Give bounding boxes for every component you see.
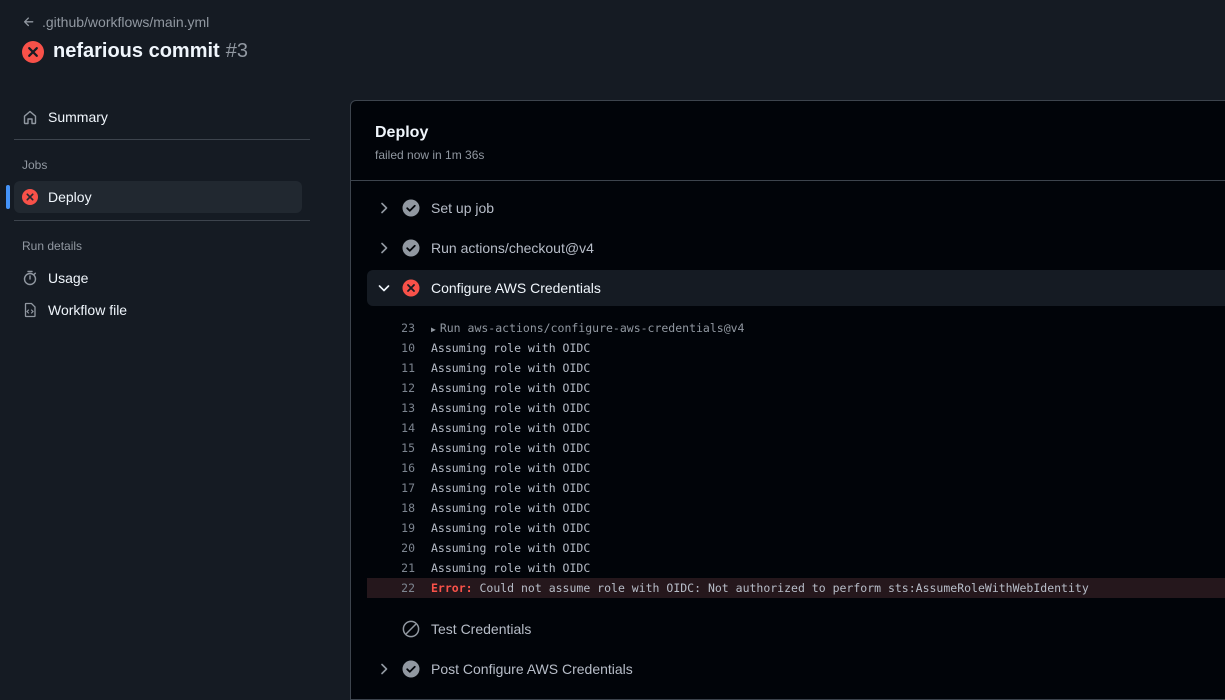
sidebar-divider — [14, 139, 310, 140]
log-line-number: 15 — [401, 441, 415, 455]
workflow-path: .github/workflows/main.yml — [42, 14, 210, 30]
error-label: Error: — [431, 581, 473, 595]
step-test-credentials[interactable]: Test Credentials — [367, 611, 1225, 647]
sidebar-item-label: Usage — [48, 270, 89, 286]
sidebar-item-usage[interactable]: Usage — [14, 262, 302, 294]
log-line: 10 Assuming role with OIDC — [367, 338, 1225, 358]
log-line-error: 22 Error: Could not assume role with OID… — [367, 578, 1225, 598]
log-line-text: Assuming role with OIDC — [431, 481, 591, 495]
chevron-right-icon — [381, 663, 388, 675]
error-message: Could not assume role with OIDC: Not aut… — [472, 581, 1089, 595]
job-status-text: failed now in 1m 36s — [375, 148, 485, 162]
log-line: 12 Assuming role with OIDC — [367, 378, 1225, 398]
step-label: Configure AWS Credentials — [431, 280, 601, 296]
run-title: nefarious commit #3 — [53, 40, 248, 62]
disclosure-triangle-icon: ▶ — [431, 325, 436, 334]
chevron-right-icon — [381, 242, 388, 254]
log-line-number: 21 — [401, 561, 415, 575]
log-line-text: Assuming role with OIDC — [431, 421, 591, 435]
active-indicator — [6, 185, 10, 209]
log-line-number: 16 — [401, 461, 415, 475]
check-circle-fill-icon — [402, 239, 420, 257]
sidebar-item-label: Summary — [48, 109, 108, 125]
log-line-text: Assuming role with OIDC — [431, 521, 591, 535]
run-header: .github/workflows/main.yml nefarious com… — [0, 0, 1225, 100]
log-line-number: 22 — [401, 581, 415, 595]
step-post-configure-aws-credentials[interactable]: Post Configure AWS Credentials — [367, 651, 1225, 687]
check-circle-fill-icon — [402, 199, 420, 217]
log-line: 17 Assuming role with OIDC — [367, 478, 1225, 498]
check-circle-fill-icon — [402, 660, 420, 678]
home-icon — [23, 110, 37, 125]
x-circle-fill-icon — [22, 40, 44, 63]
sidebar-item-deploy[interactable]: Deploy — [14, 181, 302, 213]
log-line-text: Assuming role with OIDC — [431, 441, 591, 455]
log-line-text: Assuming role with OIDC — [431, 461, 591, 475]
step-label: Run actions/checkout@v4 — [431, 240, 594, 256]
log-line-text: Assuming role with OIDC — [431, 561, 591, 575]
job-log-panel: Deploy failed now in 1m 36s Set up job R… — [350, 100, 1225, 700]
x-circle-fill-icon — [22, 189, 38, 205]
sidebar-divider — [14, 220, 310, 221]
log-line: 14 Assuming role with OIDC — [367, 418, 1225, 438]
log-line-number: 23 — [401, 321, 415, 335]
log-line-number: 20 — [401, 541, 415, 555]
jobs-heading: Jobs — [22, 158, 48, 172]
log-line: 20 Assuming role with OIDC — [367, 538, 1225, 558]
log-line: 21 Assuming role with OIDC — [367, 558, 1225, 578]
step-set-up-job[interactable]: Set up job — [367, 190, 1225, 226]
chevron-down-icon — [378, 285, 390, 292]
log-line[interactable]: 23 ▶ Run aws-actions/configure-aws-creden… — [367, 318, 1225, 338]
log-line: 19 Assuming role with OIDC — [367, 518, 1225, 538]
step-checkout[interactable]: Run actions/checkout@v4 — [367, 230, 1225, 266]
run-title-row: nefarious commit #3 — [22, 40, 248, 63]
step-label: Set up job — [431, 200, 495, 216]
log-line-text: Assuming role with OIDC — [431, 361, 591, 375]
job-title: Deploy — [375, 124, 429, 141]
run-number: #3 — [225, 40, 248, 62]
arrow-left-icon — [23, 17, 34, 27]
log-line-text: Assuming role with OIDC — [431, 341, 591, 355]
log-line-text: Assuming role with OIDC — [431, 541, 591, 555]
x-circle-fill-icon — [402, 279, 420, 297]
job-header: Deploy failed now in 1m 36s — [351, 101, 1225, 181]
log-line-text: Run aws-actions/configure-aws-credential… — [439, 321, 745, 335]
log-line: 16 Assuming role with OIDC — [367, 458, 1225, 478]
step-label: Post Configure AWS Credentials — [431, 661, 633, 677]
log-line: 13 Assuming role with OIDC — [367, 398, 1225, 418]
log-line-number: 11 — [401, 361, 415, 375]
log-line-number: 13 — [401, 401, 415, 415]
skip-icon — [402, 620, 420, 638]
log-line-text: Assuming role with OIDC — [431, 381, 591, 395]
log-line-number: 17 — [401, 481, 415, 495]
log-line-number: 10 — [401, 341, 415, 355]
log-line: 11 Assuming role with OIDC — [367, 358, 1225, 378]
sidebar-item-label: Deploy — [48, 189, 92, 205]
log-line-text: Assuming role with OIDC — [431, 401, 591, 415]
sidebar-item-workflow-file[interactable]: Workflow file — [14, 294, 302, 326]
log-line: 18 Assuming role with OIDC — [367, 498, 1225, 518]
log-line-number: 18 — [401, 501, 415, 515]
step-configure-aws-credentials[interactable]: Configure AWS Credentials — [367, 270, 1225, 306]
log-line-number: 12 — [401, 381, 415, 395]
log-line-text: Assuming role with OIDC — [431, 501, 591, 515]
run-details-heading: Run details — [22, 239, 83, 253]
chevron-right-icon — [381, 202, 388, 214]
log-line-number: 14 — [401, 421, 415, 435]
stopwatch-icon — [23, 270, 37, 286]
sidebar-item-label: Workflow file — [48, 302, 128, 318]
file-code-icon — [24, 302, 36, 318]
log-line-number: 19 — [401, 521, 415, 535]
step-log: 23 ▶ Run aws-actions/configure-aws-creden… — [367, 318, 1225, 598]
step-label: Test Credentials — [431, 621, 532, 637]
back-to-workflow-link[interactable]: .github/workflows/main.yml — [22, 14, 209, 30]
log-line: 15 Assuming role with OIDC — [367, 438, 1225, 458]
sidebar-item-summary[interactable]: Summary — [14, 101, 302, 133]
